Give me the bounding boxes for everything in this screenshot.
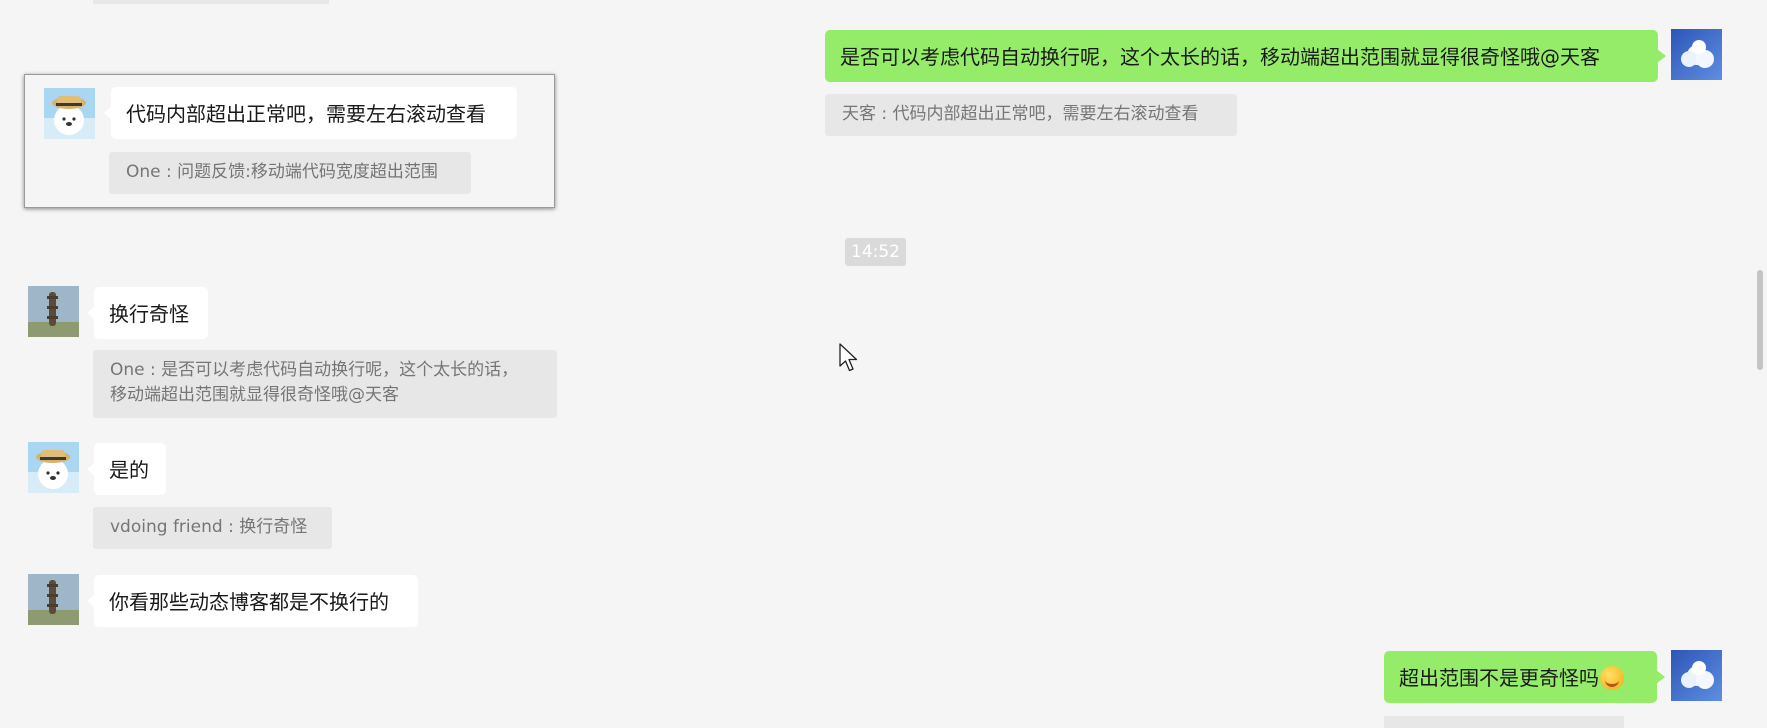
my-message-bubble[interactable]: 是否可以考虑代码自动换行呢，这个太长的话，移动端超出范围就显得很奇怪哦@天客 xyxy=(825,30,1666,82)
avatar[interactable] xyxy=(28,442,79,493)
avatar[interactable] xyxy=(28,286,79,337)
quoted-reply[interactable]: vdoing friend : 换行奇怪 xyxy=(93,507,332,549)
cloud-avatar-icon xyxy=(1671,650,1722,701)
quote-line: One : 是否可以考虑代码自动换行呢，这个太长的话， xyxy=(110,360,519,380)
pagoda-avatar-icon xyxy=(28,286,79,337)
message-bubble[interactable]: 代码内部超出正常吧，需要左右滚动查看 xyxy=(104,87,517,139)
pointer-icon xyxy=(839,343,858,372)
bear-avatar-icon xyxy=(28,442,79,493)
my-avatar[interactable] xyxy=(1671,29,1722,80)
scrollbar-thumb[interactable] xyxy=(1757,270,1763,370)
scrollbar[interactable] xyxy=(1753,0,1767,728)
laughing-tears-emoji-icon xyxy=(1600,666,1624,690)
my-avatar[interactable] xyxy=(1671,650,1722,701)
message-bubble[interactable]: 是的 xyxy=(87,443,166,495)
avatar[interactable] xyxy=(44,88,95,139)
quote-line: 移动端超出范围就显得很奇怪哦@天客 xyxy=(110,385,399,405)
cloud-avatar-icon xyxy=(1671,29,1722,80)
mouse-cursor xyxy=(839,343,861,377)
quoted-reply[interactable]: One : 是否可以考虑代码自动换行呢，这个太长的话， 移动端超出范围就显得很奇… xyxy=(93,350,557,418)
quote-preview-popup[interactable]: 代码内部超出正常吧，需要左右滚动查看 One : 问题反馈:移动端代码宽度超出范… xyxy=(24,74,555,208)
quote-partial-top xyxy=(93,0,329,4)
pagoda-avatar-icon xyxy=(28,574,79,625)
message-text: 超出范围不是更奇怪吗 xyxy=(1399,666,1599,690)
quote-partial-bottom xyxy=(1384,716,1624,728)
message-bubble[interactable]: 换行奇怪 xyxy=(87,287,208,339)
quoted-reply[interactable]: 天客 : 代码内部超出正常吧，需要左右滚动查看 xyxy=(825,94,1237,136)
message-bubble[interactable]: 你看那些动态博客都是不换行的 xyxy=(87,575,418,627)
avatar[interactable] xyxy=(28,574,79,625)
quoted-reply[interactable]: One : 问题反馈:移动端代码宽度超出范围 xyxy=(109,152,471,194)
my-message-bubble[interactable]: 超出范围不是更奇怪吗 xyxy=(1384,651,1665,703)
timestamp: 14:52 xyxy=(845,238,906,266)
bear-avatar-icon xyxy=(44,88,95,139)
